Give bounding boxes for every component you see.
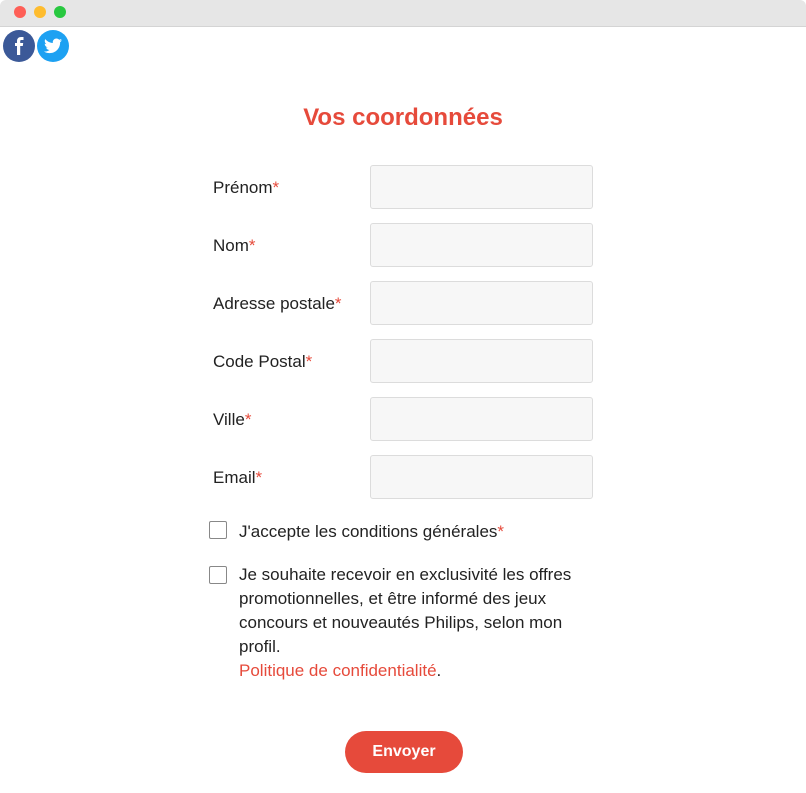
facebook-share-button[interactable] — [3, 30, 35, 62]
optin-checkbox[interactable] — [209, 566, 227, 584]
adresse-label: Adresse postale* — [213, 294, 342, 313]
terms-checkbox[interactable] — [209, 521, 227, 539]
field-row-adresse: Adresse postale* — [213, 281, 595, 327]
field-row-code-postal: Code Postal* — [213, 339, 595, 385]
required-mark: * — [334, 294, 342, 313]
required-mark: * — [248, 236, 256, 255]
prenom-input[interactable] — [370, 165, 593, 209]
field-row-email: Email* — [213, 455, 595, 501]
required-mark: * — [305, 352, 313, 371]
social-share-bar — [3, 30, 71, 62]
twitter-share-button[interactable] — [37, 30, 69, 62]
email-label: Email* — [213, 468, 263, 487]
field-row-prenom: Prénom* — [213, 165, 595, 211]
required-mark: * — [497, 522, 505, 541]
facebook-icon — [15, 37, 24, 55]
privacy-policy-link[interactable]: Politique de confidentialité — [239, 661, 437, 680]
nom-label: Nom* — [213, 236, 256, 255]
ville-label: Ville* — [213, 410, 252, 429]
prenom-label: Prénom* — [213, 178, 280, 197]
twitter-icon — [44, 38, 62, 54]
field-row-ville: Ville* — [213, 397, 595, 443]
nom-input[interactable] — [370, 223, 593, 267]
close-window-button[interactable] — [14, 6, 26, 18]
terms-label: J'accepte les conditions générales* — [239, 522, 505, 541]
optin-row: Je souhaite recevoir en exclusivité les … — [209, 563, 589, 683]
required-mark: * — [255, 468, 263, 487]
terms-row: J'accepte les conditions générales* — [209, 520, 589, 544]
window-titlebar — [0, 0, 806, 27]
submit-button[interactable]: Envoyer — [345, 731, 463, 773]
form-title: Vos coordonnées — [303, 104, 503, 131]
minimize-window-button[interactable] — [34, 6, 46, 18]
maximize-window-button[interactable] — [54, 6, 66, 18]
email-input[interactable] — [370, 455, 593, 499]
required-mark: * — [244, 410, 252, 429]
code-postal-input[interactable] — [370, 339, 593, 383]
ville-input[interactable] — [370, 397, 593, 441]
required-mark: * — [272, 178, 280, 197]
optin-label: Je souhaite recevoir en exclusivité les … — [239, 565, 572, 680]
code-postal-label: Code Postal* — [213, 352, 313, 371]
field-row-nom: Nom* — [213, 223, 595, 269]
adresse-input[interactable] — [370, 281, 593, 325]
